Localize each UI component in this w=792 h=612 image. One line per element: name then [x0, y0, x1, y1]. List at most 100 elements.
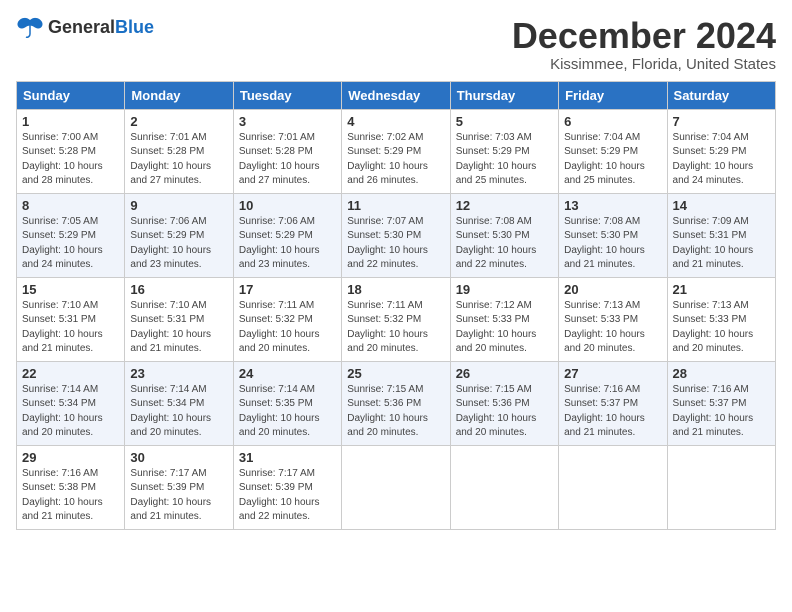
- logo: GeneralBlue: [16, 16, 154, 38]
- day-info: Sunrise: 7:06 AMSunset: 5:29 PMDaylight:…: [239, 215, 336, 273]
- calendar-cell: [450, 445, 558, 529]
- day-number: 7: [673, 114, 770, 129]
- day-info: Sunrise: 7:15 AMSunset: 5:36 PMDaylight:…: [347, 383, 444, 441]
- calendar-week-row: 29Sunrise: 7:16 AMSunset: 5:38 PMDayligh…: [17, 445, 776, 529]
- logo-blue: Blue: [115, 17, 154, 37]
- logo-bird-icon: [16, 16, 44, 38]
- day-info: Sunrise: 7:02 AMSunset: 5:29 PMDaylight:…: [347, 131, 444, 189]
- calendar-week-row: 22Sunrise: 7:14 AMSunset: 5:34 PMDayligh…: [17, 361, 776, 445]
- day-info: Sunrise: 7:17 AMSunset: 5:39 PMDaylight:…: [239, 467, 336, 525]
- calendar-header-friday: Friday: [559, 81, 667, 109]
- day-number: 5: [456, 114, 553, 129]
- calendar-cell: 24 Sunrise: 7:14 AMSunset: 5:35 PMDayligh…: [233, 361, 341, 445]
- calendar-cell: 30Sunrise: 7:17 AMSunset: 5:39 PMDayligh…: [125, 445, 233, 529]
- day-number: 9: [130, 198, 227, 213]
- calendar-table: SundayMondayTuesdayWednesdayThursdayFrid…: [16, 81, 776, 530]
- calendar-cell: [559, 445, 667, 529]
- calendar-cell: 26 Sunrise: 7:15 AMSunset: 5:36 PMDayligh…: [450, 361, 558, 445]
- day-number: 26: [456, 366, 553, 381]
- calendar-cell: 5 Sunrise: 7:03 AMSunset: 5:29 PMDaylight…: [450, 109, 558, 193]
- day-number: 6: [564, 114, 661, 129]
- calendar-week-row: 8 Sunrise: 7:05 AMSunset: 5:29 PMDaylight…: [17, 193, 776, 277]
- day-info: Sunrise: 7:08 AMSunset: 5:30 PMDaylight:…: [456, 215, 553, 273]
- calendar-week-row: 15Sunrise: 7:10 AMSunset: 5:31 PMDayligh…: [17, 277, 776, 361]
- calendar-cell: 19 Sunrise: 7:12 AMSunset: 5:33 PMDayligh…: [450, 277, 558, 361]
- calendar-cell: 25 Sunrise: 7:15 AMSunset: 5:36 PMDayligh…: [342, 361, 450, 445]
- day-info: Sunrise: 7:03 AMSunset: 5:29 PMDaylight:…: [456, 131, 553, 189]
- day-number: 17: [239, 282, 336, 297]
- day-number: 14: [673, 198, 770, 213]
- calendar-header-saturday: Saturday: [667, 81, 775, 109]
- location-title: Kissimmee, Florida, United States: [512, 56, 776, 73]
- day-number: 3: [239, 114, 336, 129]
- day-number: 8: [22, 198, 119, 213]
- day-info: Sunrise: 7:16 AMSunset: 5:37 PMDaylight:…: [673, 383, 770, 441]
- day-number: 18: [347, 282, 444, 297]
- day-number: 24: [239, 366, 336, 381]
- calendar-cell: 27Sunrise: 7:16 AMSunset: 5:37 PMDayligh…: [559, 361, 667, 445]
- calendar-cell: 11Sunrise: 7:07 AMSunset: 5:30 PMDayligh…: [342, 193, 450, 277]
- day-info: Sunrise: 7:11 AMSunset: 5:32 PMDaylight:…: [239, 299, 336, 357]
- calendar-header-tuesday: Tuesday: [233, 81, 341, 109]
- calendar-header-monday: Monday: [125, 81, 233, 109]
- day-info: Sunrise: 7:13 AMSunset: 5:33 PMDaylight:…: [673, 299, 770, 357]
- header: GeneralBlue December 2024 Kissimmee, Flo…: [16, 16, 776, 73]
- calendar-cell: 10Sunrise: 7:06 AMSunset: 5:29 PMDayligh…: [233, 193, 341, 277]
- calendar-header-wednesday: Wednesday: [342, 81, 450, 109]
- month-title: December 2024: [512, 16, 776, 56]
- day-number: 28: [673, 366, 770, 381]
- calendar-cell: 14 Sunrise: 7:09 AMSunset: 5:31 PMDayligh…: [667, 193, 775, 277]
- day-number: 16: [130, 282, 227, 297]
- day-number: 13: [564, 198, 661, 213]
- day-info: Sunrise: 7:12 AMSunset: 5:33 PMDaylight:…: [456, 299, 553, 357]
- calendar-cell: 3Sunrise: 7:01 AMSunset: 5:28 PMDaylight…: [233, 109, 341, 193]
- day-number: 23: [130, 366, 227, 381]
- day-number: 19: [456, 282, 553, 297]
- calendar-cell: 1Sunrise: 7:00 AMSunset: 5:28 PMDaylight…: [17, 109, 125, 193]
- day-number: 31: [239, 450, 336, 465]
- day-info: Sunrise: 7:08 AMSunset: 5:30 PMDaylight:…: [564, 215, 661, 273]
- logo-text: GeneralBlue: [48, 17, 154, 38]
- logo-general: General: [48, 17, 115, 37]
- calendar-header-sunday: Sunday: [17, 81, 125, 109]
- calendar-cell: 31 Sunrise: 7:17 AMSunset: 5:39 PMDayligh…: [233, 445, 341, 529]
- day-number: 21: [673, 282, 770, 297]
- calendar-cell: 22Sunrise: 7:14 AMSunset: 5:34 PMDayligh…: [17, 361, 125, 445]
- day-info: Sunrise: 7:04 AMSunset: 5:29 PMDaylight:…: [673, 131, 770, 189]
- day-info: Sunrise: 7:14 AMSunset: 5:35 PMDaylight:…: [239, 383, 336, 441]
- calendar-cell: 21 Sunrise: 7:13 AMSunset: 5:33 PMDayligh…: [667, 277, 775, 361]
- calendar-cell: 23Sunrise: 7:14 AMSunset: 5:34 PMDayligh…: [125, 361, 233, 445]
- calendar-cell: 8 Sunrise: 7:05 AMSunset: 5:29 PMDaylight…: [17, 193, 125, 277]
- day-info: Sunrise: 7:10 AMSunset: 5:31 PMDaylight:…: [130, 299, 227, 357]
- calendar-cell: 9 Sunrise: 7:06 AMSunset: 5:29 PMDaylight…: [125, 193, 233, 277]
- calendar-cell: 12 Sunrise: 7:08 AMSunset: 5:30 PMDayligh…: [450, 193, 558, 277]
- day-info: Sunrise: 7:01 AMSunset: 5:28 PMDaylight:…: [130, 131, 227, 189]
- day-info: Sunrise: 7:16 AMSunset: 5:37 PMDaylight:…: [564, 383, 661, 441]
- calendar-cell: [342, 445, 450, 529]
- calendar-header-row: SundayMondayTuesdayWednesdayThursdayFrid…: [17, 81, 776, 109]
- calendar-header-thursday: Thursday: [450, 81, 558, 109]
- day-info: Sunrise: 7:15 AMSunset: 5:36 PMDaylight:…: [456, 383, 553, 441]
- calendar-week-row: 1Sunrise: 7:00 AMSunset: 5:28 PMDaylight…: [17, 109, 776, 193]
- day-number: 12: [456, 198, 553, 213]
- calendar-cell: 20Sunrise: 7:13 AMSunset: 5:33 PMDayligh…: [559, 277, 667, 361]
- calendar-cell: 4Sunrise: 7:02 AMSunset: 5:29 PMDaylight…: [342, 109, 450, 193]
- day-number: 25: [347, 366, 444, 381]
- day-info: Sunrise: 7:06 AMSunset: 5:29 PMDaylight:…: [130, 215, 227, 273]
- day-info: Sunrise: 7:11 AMSunset: 5:32 PMDaylight:…: [347, 299, 444, 357]
- day-info: Sunrise: 7:04 AMSunset: 5:29 PMDaylight:…: [564, 131, 661, 189]
- day-info: Sunrise: 7:05 AMSunset: 5:29 PMDaylight:…: [22, 215, 119, 273]
- day-number: 2: [130, 114, 227, 129]
- calendar-cell: 29Sunrise: 7:16 AMSunset: 5:38 PMDayligh…: [17, 445, 125, 529]
- day-info: Sunrise: 7:09 AMSunset: 5:31 PMDaylight:…: [673, 215, 770, 273]
- calendar-cell: 28 Sunrise: 7:16 AMSunset: 5:37 PMDayligh…: [667, 361, 775, 445]
- calendar-cell: 2 Sunrise: 7:01 AMSunset: 5:28 PMDaylight…: [125, 109, 233, 193]
- calendar-cell: 15Sunrise: 7:10 AMSunset: 5:31 PMDayligh…: [17, 277, 125, 361]
- calendar-cell: [667, 445, 775, 529]
- day-number: 29: [22, 450, 119, 465]
- title-area: December 2024 Kissimmee, Florida, United…: [512, 16, 776, 73]
- day-info: Sunrise: 7:00 AMSunset: 5:28 PMDaylight:…: [22, 131, 119, 189]
- day-info: Sunrise: 7:13 AMSunset: 5:33 PMDaylight:…: [564, 299, 661, 357]
- calendar-cell: 18 Sunrise: 7:11 AMSunset: 5:32 PMDayligh…: [342, 277, 450, 361]
- day-info: Sunrise: 7:17 AMSunset: 5:39 PMDaylight:…: [130, 467, 227, 525]
